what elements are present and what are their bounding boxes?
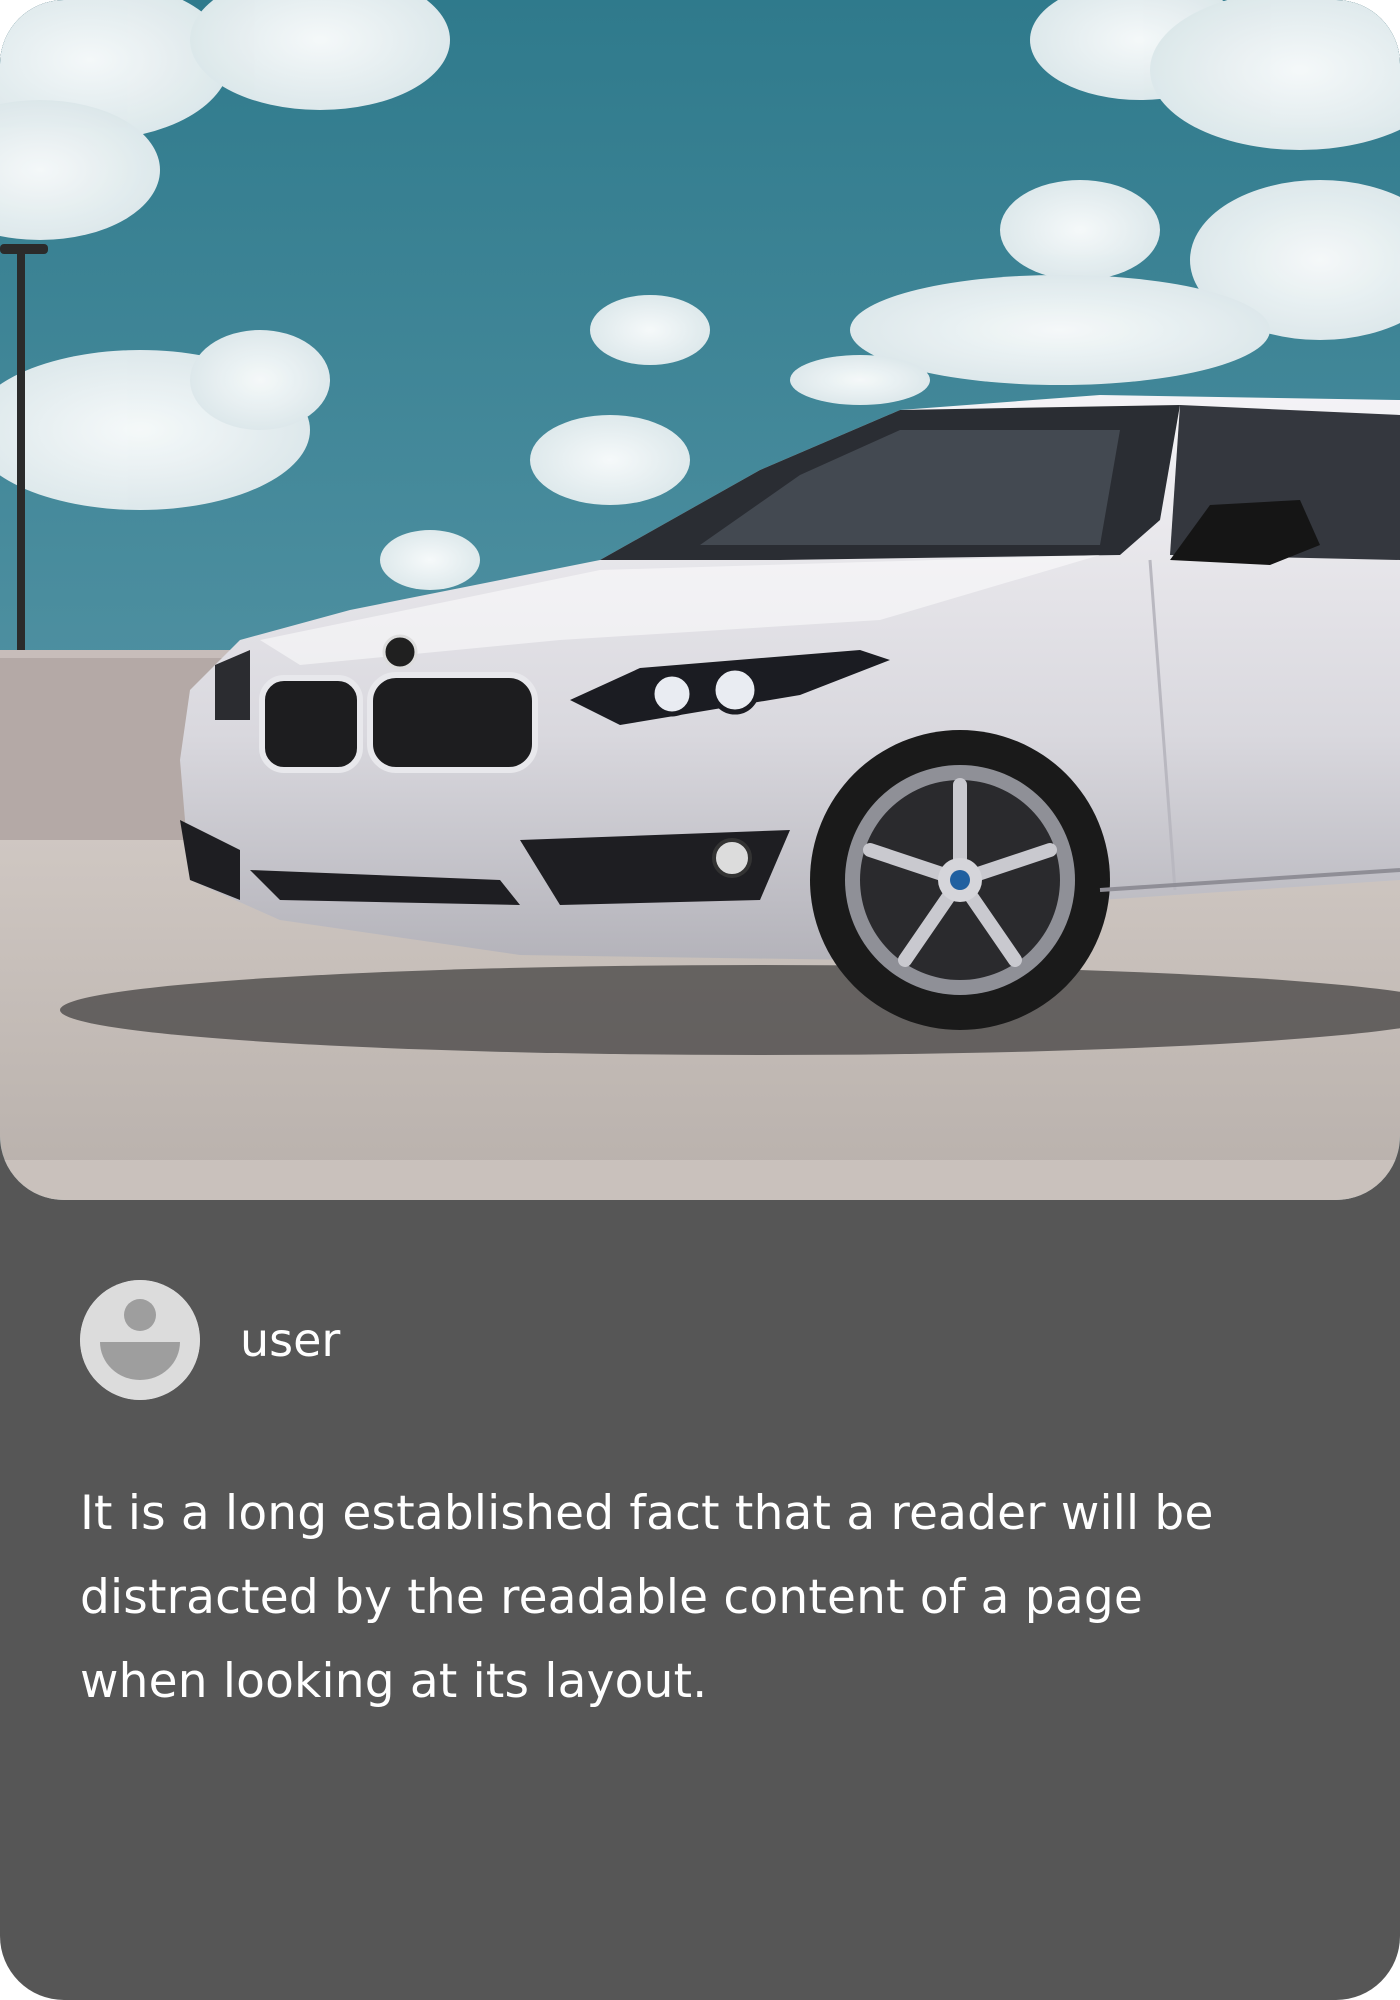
car-photo (0, 0, 1400, 1200)
author-row[interactable]: user (80, 1280, 340, 1400)
post-description: It is a long established fact that a rea… (80, 1486, 1214, 1709)
post-card[interactable]: user It is a long established fact that … (0, 0, 1400, 2000)
avatar-glyph (80, 1280, 200, 1400)
user-avatar-icon[interactable] (80, 1280, 200, 1400)
car-photo-illustration (0, 0, 1400, 1200)
author-name[interactable]: user (240, 1317, 340, 1363)
